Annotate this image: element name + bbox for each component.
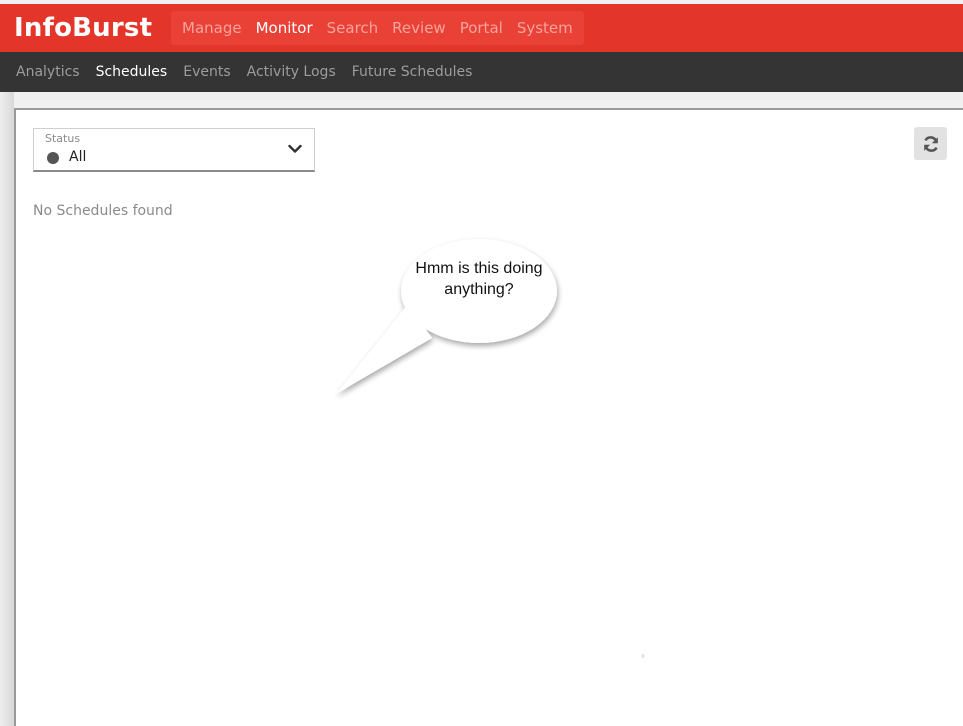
- refresh-icon: [923, 135, 938, 152]
- status-filter-value: All: [69, 149, 87, 165]
- app-logo[interactable]: InfoBurst: [14, 12, 152, 44]
- nav-item-portal[interactable]: Portal: [453, 11, 510, 45]
- left-gutter: [0, 92, 14, 726]
- nav-item-manage[interactable]: Manage: [175, 11, 249, 45]
- speech-bubble-icon: [336, 239, 557, 394]
- empty-state-message: No Schedules found: [33, 203, 173, 219]
- speech-bubble-text: Hmm is this doing anything?: [415, 260, 543, 298]
- subnav-item-events[interactable]: Events: [175, 64, 238, 80]
- status-dot-icon: [47, 152, 59, 164]
- subnav-item-activity-logs[interactable]: Activity Logs: [239, 64, 344, 80]
- nav-item-review[interactable]: Review: [385, 11, 453, 45]
- chevron-down-icon: [288, 144, 302, 153]
- status-filter-select[interactable]: Status All: [33, 128, 315, 172]
- nav-item-monitor[interactable]: Monitor: [249, 11, 320, 45]
- main-nav: Manage Monitor Search Review Portal Syst…: [171, 11, 584, 45]
- subnav-item-schedules[interactable]: Schedules: [88, 64, 176, 80]
- subnav-item-future-schedules[interactable]: Future Schedules: [344, 64, 481, 80]
- status-filter-label: Status: [45, 132, 81, 145]
- top-header: InfoBurst Manage Monitor Search Review P…: [0, 4, 963, 52]
- schedules-panel: Status All No Schedules found: [14, 108, 963, 726]
- dust-speck: [641, 654, 645, 658]
- sub-nav: Analytics Schedules Events Activity Logs…: [0, 52, 963, 92]
- subnav-item-analytics[interactable]: Analytics: [8, 64, 88, 80]
- refresh-button[interactable]: [914, 127, 947, 160]
- nav-item-search[interactable]: Search: [320, 11, 386, 45]
- nav-item-system[interactable]: System: [510, 11, 580, 45]
